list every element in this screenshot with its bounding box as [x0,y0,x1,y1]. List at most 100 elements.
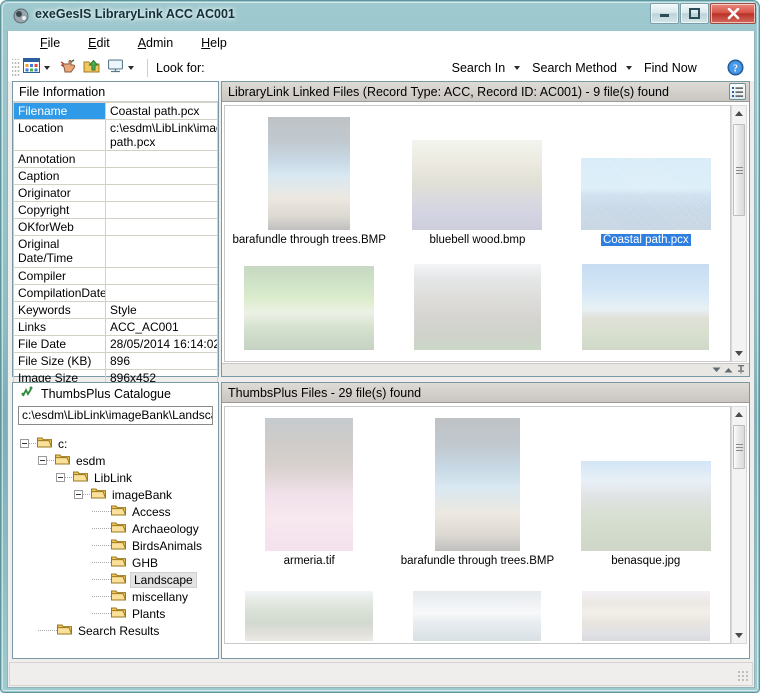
file-info-row[interactable]: File Size (KB) 896 [13,351,218,370]
tree-node-label[interactable]: LibLink [92,471,134,485]
file-info-row[interactable]: Compiler [13,266,218,285]
menu-edit[interactable]: Edit [74,33,124,53]
tree-node-label[interactable]: Access [130,505,173,519]
view-thumbnails-button[interactable] [21,57,56,79]
find-now-button[interactable]: Find Now [644,61,697,75]
thumbnail-item[interactable]: armeria.tif [225,411,393,567]
tree-node-label[interactable]: Archaeology [130,522,201,536]
tree-node-label[interactable]: Search Results [76,624,161,638]
thumbnail-label[interactable]: barafundle through trees.BMP [399,555,556,567]
tpfiles-thumb-canvas[interactable]: armeria.tif barafundle through trees.BMP b… [224,406,731,644]
thumbnail-item[interactable] [562,260,730,350]
tree-node-ghb[interactable]: GHB [14,554,217,571]
list-view-button[interactable] [729,83,746,100]
tree-node-label[interactable]: Plants [130,607,167,621]
thumbnail-item[interactable]: bluebell wood.bmp [393,110,561,246]
tp-scroll-up-button[interactable] [732,407,746,422]
open-folder-upload-button[interactable] [81,57,103,80]
thumbnail-item[interactable] [393,589,561,641]
thumbnail-label[interactable]: barafundle through trees.BMP [230,234,387,246]
tree-node-archaeology[interactable]: Archaeology [14,520,217,537]
file-info-row[interactable]: OKforWeb [13,218,218,237]
thumbnail-image[interactable] [580,158,711,230]
catalogue-tree[interactable]: c: esdm LibLink imageBank Access Archaeology B… [14,431,217,657]
thumbnail-image[interactable] [268,117,351,230]
menu-help[interactable]: Help [187,33,241,53]
tree-node-birdsanimals[interactable]: BirdsAnimals [14,537,217,554]
thumbnail-label[interactable]: benasque.jpg [609,555,682,567]
thumbnail-item[interactable] [225,589,393,641]
maximize-button[interactable] [680,3,709,24]
tree-node-label[interactable]: BirdsAnimals [130,539,204,553]
file-info-row[interactable]: Keywords Style [13,300,218,319]
tree-node-label[interactable]: Landscape [130,571,197,588]
scroll-down-button[interactable] [732,346,746,361]
tree-node-search-results[interactable]: Search Results [14,622,217,639]
menu-admin[interactable]: Admin [124,33,187,53]
toolbar-grip[interactable] [12,59,20,77]
tree-node-liblink[interactable]: LibLink [14,469,217,486]
search-method-dropdown[interactable]: Search Method [532,61,636,75]
thumbnail-image[interactable] [580,461,711,551]
tp-scrollbar-thumb[interactable] [733,425,745,469]
thumbnail-item[interactable]: benasque.jpg [562,411,730,567]
thumbnail-image[interactable] [413,264,541,350]
file-info-row[interactable]: Caption [13,167,218,186]
thumbnail-image[interactable] [412,140,543,230]
file-info-row[interactable]: Originator [13,184,218,203]
thumbnail-item[interactable] [393,260,561,350]
title-bar[interactable]: exeGesIS LibraryLink ACC AC001 [1,1,760,31]
thumbnail-item[interactable]: barafundle through trees.BMP [225,110,393,246]
tree-expander-collapse-icon[interactable] [74,490,83,499]
tp-scroll-down-button[interactable] [732,628,746,643]
file-info-row[interactable]: Links ACC_AC001 [13,317,218,336]
thumbnail-image[interactable] [413,591,542,641]
file-info-row[interactable]: CompilationDate [13,283,218,302]
tree-node-access[interactable]: Access [14,503,217,520]
menu-file[interactable]: File [26,33,74,53]
tree-node-miscellany[interactable]: miscellany [14,588,217,605]
file-info-row[interactable]: Filename Coastal path.pcx [13,102,218,120]
minimize-button[interactable] [650,3,679,24]
catalogue-path-field[interactable]: c:\esdm\LibLink\imageBank\Landscap [18,406,213,425]
monitor-display-dropdown-arrow[interactable] [128,66,134,70]
tree-node-label[interactable]: c: [56,437,69,451]
thumbnail-label[interactable]: armeria.tif [282,555,337,567]
file-info-row[interactable]: File Date 28/05/2014 16:14:02 [13,334,218,353]
tree-node-c-[interactable]: c: [14,435,217,452]
file-info-row[interactable]: Location c:\esdm\LibLink\image path.pcx [13,118,218,152]
thumbnail-item[interactable]: Coastal path.pcx [562,110,730,246]
pin-button[interactable] [736,361,746,376]
tpfiles-scrollbar[interactable] [731,406,747,644]
file-info-row[interactable]: Annotation [13,150,218,169]
tree-node-label[interactable]: GHB [130,556,160,570]
tree-node-label[interactable]: esdm [74,454,107,468]
thumbnail-label[interactable]: bluebell wood.bmp [428,234,528,246]
thumbnail-image[interactable] [245,591,374,641]
monitor-display-button[interactable] [105,57,140,79]
tree-node-landscape[interactable]: Landscape [14,571,217,588]
tree-node-imagebank[interactable]: imageBank [14,486,217,503]
help-button[interactable]: ? [727,59,744,81]
linked-files-scrollbar[interactable] [731,105,747,362]
collapse-down-button[interactable] [712,361,721,376]
scroll-up-button[interactable] [732,106,746,121]
file-info-row[interactable]: Copyright [13,201,218,220]
tree-node-plants[interactable]: Plants [14,605,217,622]
tree-expander-collapse-icon[interactable] [20,439,29,448]
tree-expander-collapse-icon[interactable] [56,473,65,482]
file-info-row[interactable]: Original Date/Time [13,235,218,268]
resize-grip[interactable] [737,670,749,682]
tree-node-label[interactable]: imageBank [110,488,174,502]
thumbnail-label[interactable]: Coastal path.pcx [600,234,691,246]
thumbnail-item[interactable] [225,260,393,350]
linked-files-thumb-canvas[interactable]: barafundle through trees.BMP bluebell woo… [224,105,731,362]
thumbnail-item[interactable]: barafundle through trees.BMP [393,411,561,567]
thumbnail-image[interactable] [581,591,710,641]
tree-node-esdm[interactable]: esdm [14,452,217,469]
tree-expander-collapse-icon[interactable] [38,456,47,465]
close-button[interactable] [710,3,756,24]
search-in-dropdown[interactable]: Search In [452,61,525,75]
scrollbar-thumb[interactable] [733,124,745,216]
thumbnail-item[interactable] [562,589,730,641]
